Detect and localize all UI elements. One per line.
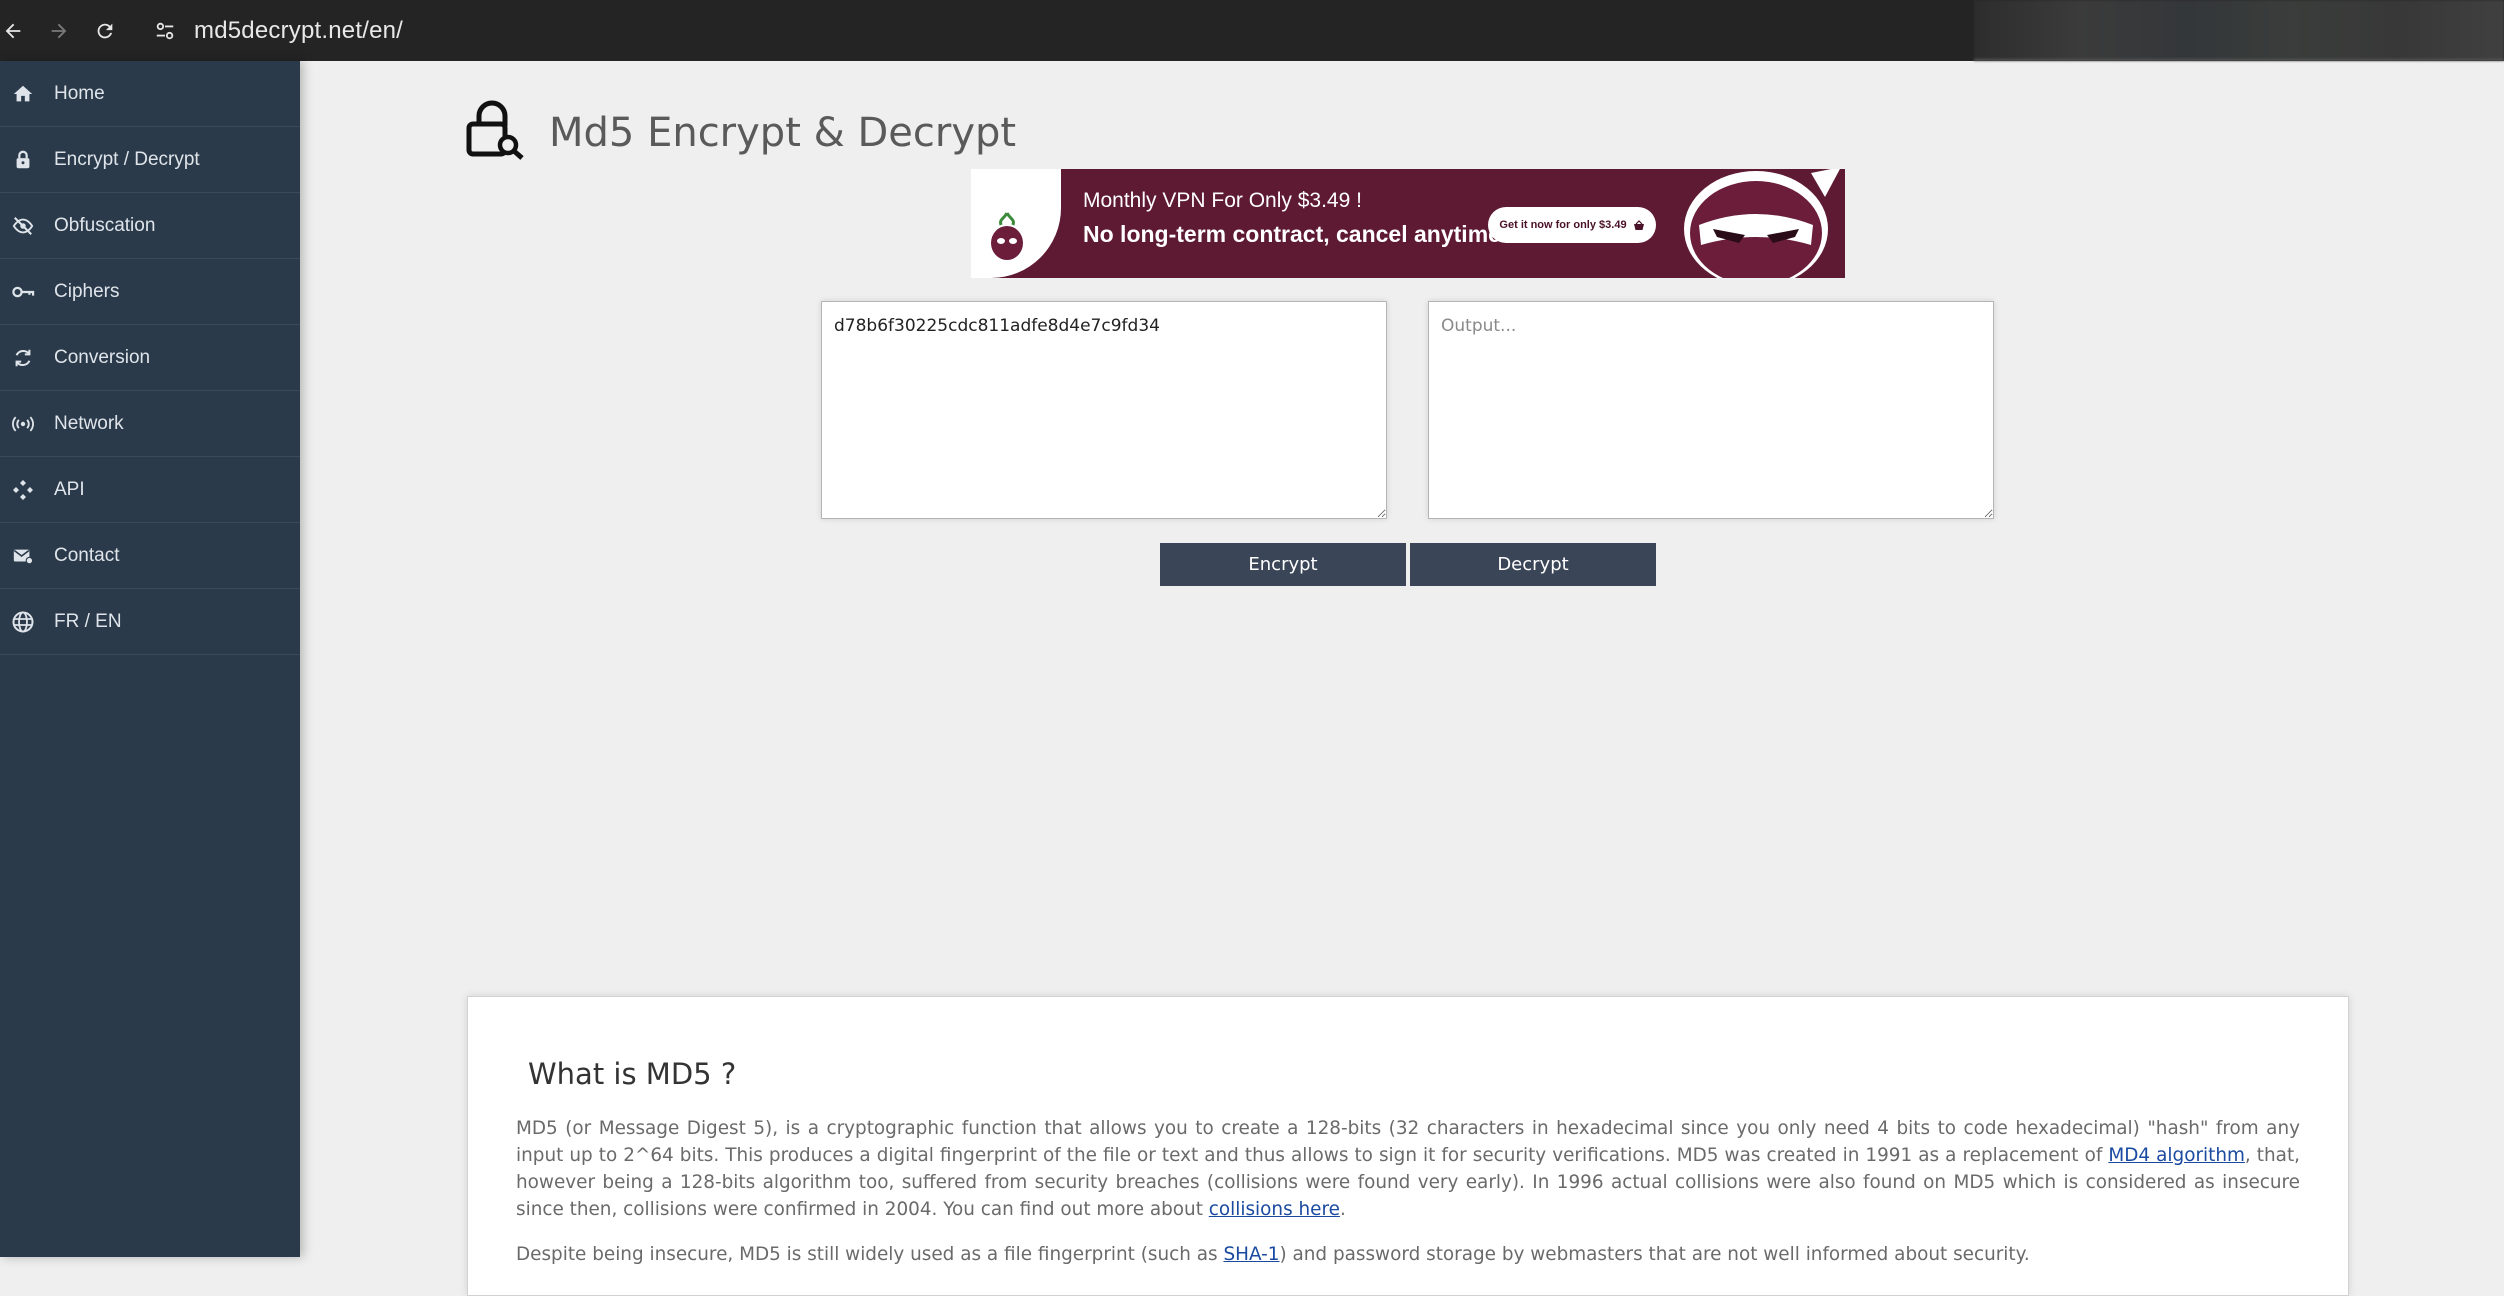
sidebar-item-obfuscation[interactable]: Obfuscation <box>0 193 300 259</box>
ninja-mascot-icon <box>1684 169 1840 278</box>
back-button[interactable] <box>0 8 36 54</box>
arrow-left-icon <box>5 23 21 38</box>
reload-button[interactable] <box>82 8 128 54</box>
broadcast-icon <box>0 413 44 435</box>
encrypt-button[interactable]: Encrypt <box>1160 543 1406 586</box>
sidebar-item-language[interactable]: FR / EN <box>0 589 300 655</box>
sidebar-item-ciphers[interactable]: Ciphers <box>0 259 300 325</box>
ad-headline: Monthly VPN For Only $3.49 ! <box>1083 189 1362 212</box>
sidebar: Home Encrypt / Decrypt Obfuscation Ciphe… <box>0 61 300 1257</box>
basket-icon <box>1633 220 1644 230</box>
hash-input[interactable]: d78b6f30225cdc811adfe8d4e7c9fd34 <box>821 301 1387 519</box>
sidebar-item-api[interactable]: API <box>0 457 300 523</box>
address-bar[interactable]: md5decrypt.net/en/ <box>138 7 1938 54</box>
output-field[interactable] <box>1428 301 1994 519</box>
eye-slash-icon <box>0 215 44 237</box>
api-icon <box>0 478 44 502</box>
ad-logo-area <box>971 169 1061 278</box>
md4-link[interactable]: MD4 algorithm <box>2108 1145 2245 1166</box>
info-text: . <box>1339 1199 1346 1220</box>
site-info-icon[interactable] <box>148 14 182 48</box>
ad-cta-button[interactable]: Get it now for only $3.49 <box>1488 207 1656 243</box>
sidebar-item-home[interactable]: Home <box>0 61 300 127</box>
sidebar-item-label: Home <box>54 82 105 104</box>
sidebar-item-contact[interactable]: Contact <box>0 523 300 589</box>
browser-toolbar: md5decrypt.net/en/ <box>0 0 2504 61</box>
info-paragraph: MD5 (or Message Digest 5), is a cryptogr… <box>516 1115 2300 1223</box>
sidebar-item-encrypt-decrypt[interactable]: Encrypt / Decrypt <box>0 127 300 193</box>
page-header: Md5 Encrypt & Decrypt <box>465 83 1016 183</box>
globe-icon <box>0 610 44 634</box>
info-title: What is MD5 ? <box>528 1057 737 1091</box>
main-content: Md5 Encrypt & Decrypt Monthly VPN For On… <box>300 61 2504 1296</box>
forward-button[interactable] <box>36 8 82 54</box>
sync-icon <box>0 347 44 369</box>
lock-icon <box>0 149 44 171</box>
page-title: Md5 Encrypt & Decrypt <box>549 109 1017 156</box>
url-text[interactable]: md5decrypt.net/en/ <box>194 17 403 45</box>
sidebar-item-conversion[interactable]: Conversion <box>0 325 300 391</box>
mail-icon <box>0 545 44 567</box>
sidebar-item-label: Conversion <box>54 346 151 368</box>
info-paragraph-2: Despite being insecure, MD5 is still wid… <box>516 1241 2300 1268</box>
info-text: Despite being insecure, MD5 is still wid… <box>516 1244 1224 1266</box>
home-icon <box>0 83 44 105</box>
sidebar-item-label: API <box>54 478 85 500</box>
ad-cta-label: Get it now for only $3.49 <box>1499 219 1627 231</box>
sha1-link[interactable]: SHA-1 <box>1223 1244 1279 1265</box>
sidebar-item-label: Encrypt / Decrypt <box>54 148 200 170</box>
info-text: ) and password storage by webmasters tha… <box>1279 1244 2030 1266</box>
reload-icon <box>97 23 113 38</box>
sidebar-item-label: Ciphers <box>54 280 120 302</box>
info-text: MD5 (or Message Digest 5), is a cryptogr… <box>516 1118 2300 1166</box>
sidebar-item-label: Network <box>54 412 124 434</box>
arrow-right-icon <box>51 23 67 38</box>
sidebar-item-network[interactable]: Network <box>0 391 300 457</box>
sidebar-item-label: Contact <box>54 544 120 566</box>
decrypt-button[interactable]: Decrypt <box>1410 543 1656 586</box>
lock-search-icon <box>465 100 527 165</box>
ad-banner[interactable]: Monthly VPN For Only $3.49 ! No long-ter… <box>971 169 1845 278</box>
collisions-link[interactable]: collisions here <box>1209 1199 1340 1220</box>
key-icon <box>0 281 44 303</box>
info-card: What is MD5 ? MD5 (or Message Digest 5),… <box>467 996 2349 1296</box>
onion-logo-icon <box>991 212 1023 260</box>
extensions-area <box>1974 0 2504 61</box>
sidebar-item-label: FR / EN <box>54 610 122 632</box>
sidebar-item-label: Obfuscation <box>54 214 156 236</box>
ad-subheadline: No long-term contract, cancel anytime ! <box>1083 221 1515 247</box>
